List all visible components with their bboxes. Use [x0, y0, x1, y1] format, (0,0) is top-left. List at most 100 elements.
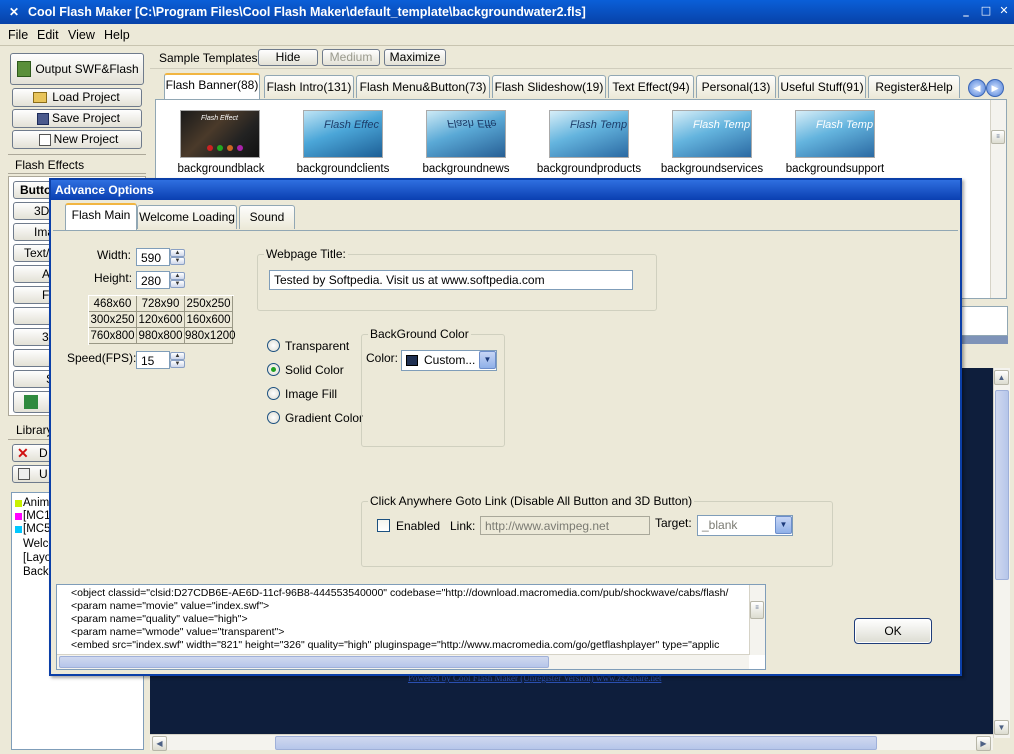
preview-vscroll[interactable]: ▲ ▼ — [993, 368, 1010, 738]
scroll-down-icon[interactable]: ▼ — [994, 720, 1009, 735]
maximize-templates-button[interactable]: Maximize — [384, 49, 446, 66]
flash-effects-label: Flash Effects — [15, 158, 85, 172]
menu-help[interactable]: Help — [104, 28, 130, 42]
spin-down-icon[interactable]: ▼ — [170, 257, 185, 265]
code-vscroll-thumb[interactable]: ≡ — [750, 601, 764, 619]
spin-down-icon[interactable]: ▼ — [170, 280, 185, 288]
webpage-title-input[interactable]: Tested by Softpedia. Visit us at www.sof… — [269, 270, 633, 290]
height-label: Height: — [94, 271, 133, 285]
template-thumb-0[interactable]: Flash Effect — [180, 110, 260, 158]
preview-hscroll-thumb[interactable] — [275, 736, 877, 750]
width-input[interactable]: 590 — [136, 248, 170, 266]
menu-view[interactable]: View — [68, 28, 95, 42]
fps-input[interactable]: 15 — [136, 351, 170, 369]
medium-button[interactable]: Medium — [322, 49, 380, 66]
output-swf-label: Output SWF&Flash — [35, 62, 139, 76]
menu-file[interactable]: File — [8, 28, 28, 42]
tab-register-help[interactable]: Register&Help — [868, 75, 960, 98]
tab-flash-intro[interactable]: Flash Intro(131) — [264, 75, 354, 98]
template-thumb-5[interactable]: Flash Temp — [795, 110, 875, 158]
preset-size-button[interactable]: 250x250 — [185, 296, 233, 312]
tab-useful-stuff[interactable]: Useful Stuff(91) — [778, 75, 866, 98]
update-icon — [18, 468, 30, 480]
preset-size-button[interactable]: 300x250 — [89, 312, 137, 328]
link-input[interactable]: http://www.avimpeg.net — [480, 516, 650, 535]
new-project-button[interactable]: New Project — [12, 130, 142, 149]
library-item[interactable]: [Layo — [23, 552, 51, 564]
gallery-scroll-thumb[interactable]: ≡ — [991, 130, 1005, 144]
color-dropdown-icon[interactable]: ▼ — [479, 351, 496, 369]
load-project-button[interactable]: Load Project — [12, 88, 142, 107]
preview-hscroll[interactable]: ◀ ▶ — [150, 734, 993, 751]
code-hscroll-thumb[interactable] — [59, 656, 549, 668]
tab-flash-banner[interactable]: Flash Banner(88) — [164, 73, 260, 99]
preset-size-button[interactable]: 468x60 — [89, 296, 137, 312]
tab-scroll-left-icon[interactable]: ◀ — [968, 79, 986, 97]
library-label: Library — [16, 423, 53, 437]
close-button[interactable]: ✕ — [996, 3, 1012, 19]
link-label: Link: — [450, 519, 476, 533]
gallery-scrollbar[interactable]: ≡ — [990, 100, 1006, 298]
template-thumb-4[interactable]: Flash Temp — [672, 110, 752, 158]
spin-down-icon[interactable]: ▼ — [170, 360, 185, 368]
minimize-button[interactable]: _ — [958, 3, 974, 19]
enabled-checkbox[interactable] — [377, 519, 390, 532]
radio-transparent[interactable] — [267, 339, 280, 352]
height-input[interactable]: 280 — [136, 271, 170, 289]
width-spinner[interactable]: ▲ ▼ — [170, 249, 185, 266]
sample-templates-bar: Sample Templates Hide Medium Maximize — [150, 47, 1012, 69]
thumb-text: Flash Effec — [324, 119, 380, 131]
library-item[interactable]: Back — [23, 566, 49, 578]
maximize-button[interactable]: □ — [978, 3, 994, 19]
color-label: Color: — [366, 351, 399, 365]
code-line: <embed src="index.swf" width="821" heigh… — [71, 639, 720, 651]
radio-image-fill[interactable] — [267, 387, 280, 400]
spin-up-icon[interactable]: ▲ — [170, 272, 185, 280]
effect-icon — [24, 395, 38, 409]
fps-spinner[interactable]: ▲ ▼ — [170, 352, 185, 369]
tab-text-effect[interactable]: Text Effect(94) — [608, 75, 694, 98]
target-dropdown-icon[interactable]: ▼ — [775, 516, 792, 534]
preset-size-button[interactable]: 980x1200 — [185, 328, 236, 344]
scroll-up-icon[interactable]: ▲ — [994, 370, 1009, 385]
menu-edit[interactable]: Edit — [37, 28, 59, 42]
thumb-text: Flash Effe — [447, 117, 497, 129]
fps-label: Speed(FPS): — [67, 351, 137, 365]
embed-code-box[interactable]: <object classid="clsid:D27CDB6E-AE6D-11c… — [56, 584, 766, 670]
tab-flash-main[interactable]: Flash Main — [65, 203, 137, 230]
template-name-1: backgroundclients — [296, 163, 390, 175]
radio-solid-color[interactable] — [267, 363, 280, 376]
save-project-button[interactable]: Save Project — [12, 109, 142, 128]
hide-button[interactable]: Hide — [258, 49, 318, 66]
tab-personal[interactable]: Personal(13) — [696, 75, 776, 98]
template-thumb-3[interactable]: Flash Temp — [549, 110, 629, 158]
color-swatch — [406, 355, 418, 366]
tab-welcome-loading[interactable]: Welcome Loading — [137, 205, 237, 229]
code-vscroll[interactable]: ≡ — [749, 585, 765, 655]
preset-size-button[interactable]: 980x800 — [137, 328, 185, 344]
template-thumb-1[interactable]: Flash Effec — [303, 110, 383, 158]
preview-vscroll-thumb[interactable] — [995, 390, 1009, 580]
tab-flash-menu-button[interactable]: Flash Menu&Button(73) — [356, 75, 490, 98]
thumb-dot — [227, 145, 233, 151]
scroll-left-icon[interactable]: ◀ — [152, 736, 167, 751]
dialog-title: Advance Options — [51, 180, 960, 200]
preset-size-button[interactable]: 160x600 — [185, 312, 233, 328]
sample-templates-label: Sample Templates — [159, 51, 258, 65]
library-update-label: U — [39, 467, 48, 481]
template-thumb-2[interactable]: Flash Effe — [426, 110, 506, 158]
tab-scroll-right-icon[interactable]: ▶ — [986, 79, 1004, 97]
preset-size-button[interactable]: 728x90 — [137, 296, 185, 312]
preset-size-button[interactable]: 120x600 — [137, 312, 185, 328]
preset-size-button[interactable]: 760x800 — [89, 328, 137, 344]
output-swf-button[interactable]: Output SWF&Flash — [10, 53, 144, 85]
tab-flash-slideshow[interactable]: Flash Slideshow(19) — [492, 75, 606, 98]
spin-up-icon[interactable]: ▲ — [170, 352, 185, 360]
radio-gradient-color[interactable] — [267, 411, 280, 424]
spin-up-icon[interactable]: ▲ — [170, 249, 185, 257]
height-spinner[interactable]: ▲ ▼ — [170, 272, 185, 289]
scroll-right-icon[interactable]: ▶ — [976, 736, 991, 751]
ok-button[interactable]: OK — [854, 618, 932, 644]
tab-sound[interactable]: Sound — [239, 205, 295, 229]
code-hscroll[interactable] — [57, 654, 749, 669]
